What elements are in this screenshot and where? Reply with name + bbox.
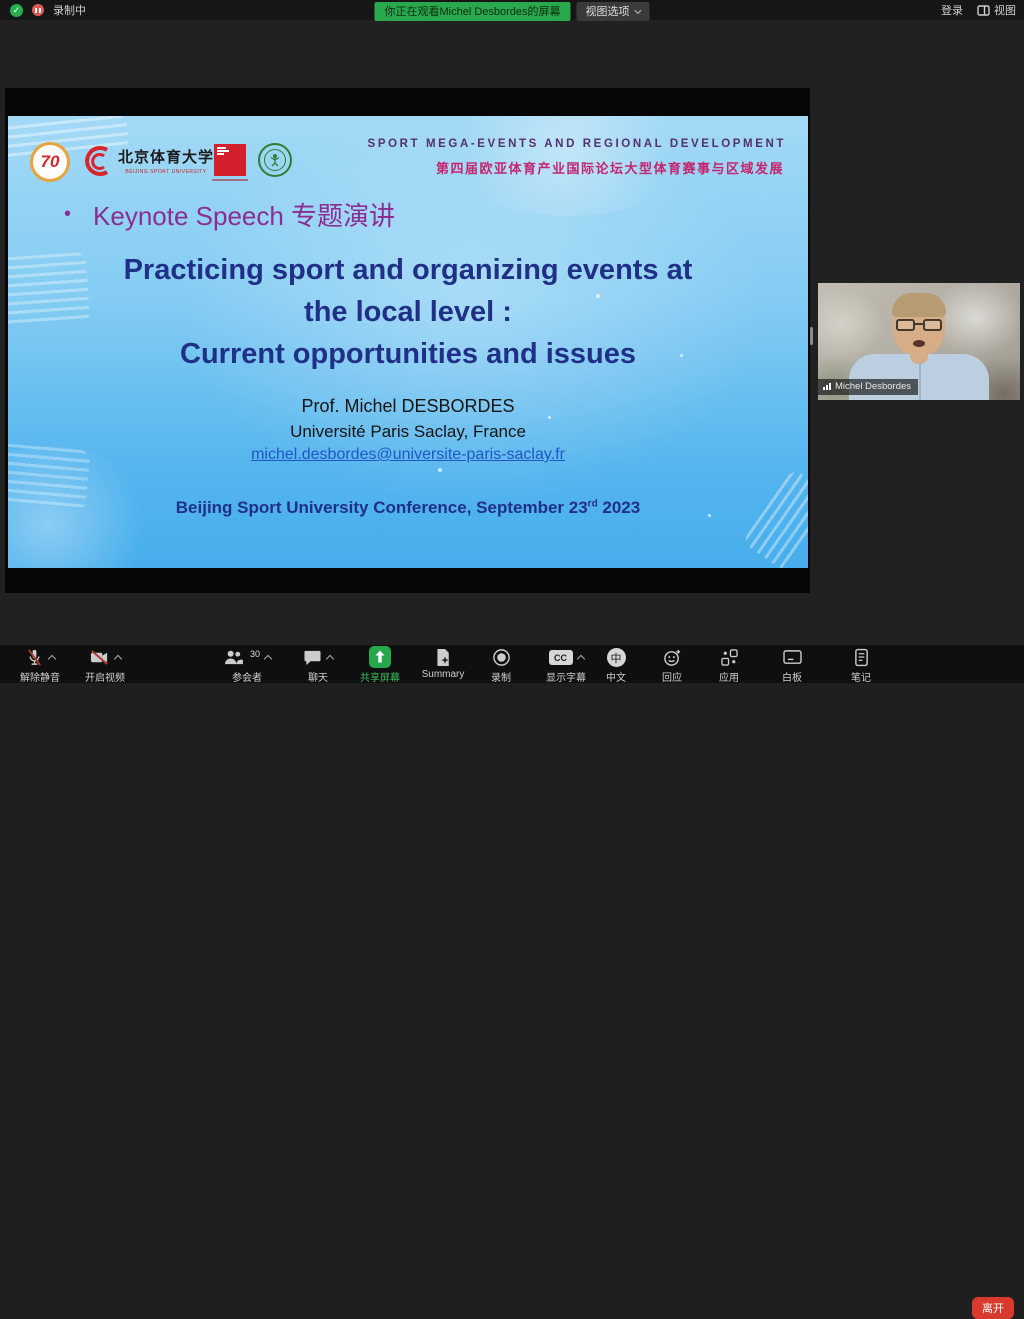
- participants-icon: [223, 649, 244, 666]
- figure-icon: [269, 153, 281, 167]
- conference-footer-text: Beijing Sport University Conference, Sep…: [176, 498, 588, 517]
- chat-button[interactable]: 聊天: [303, 648, 333, 684]
- anniversary-70-label: 70: [41, 152, 60, 172]
- summary-label: Summary: [422, 669, 465, 680]
- reactions-button[interactable]: 回应: [662, 648, 682, 684]
- view-label: 视图: [994, 2, 1016, 18]
- conference-footer-year: 2023: [598, 498, 641, 517]
- notes-label: 笔记: [851, 669, 871, 684]
- decorative-dot: [438, 468, 442, 472]
- summary-icon: [434, 648, 451, 667]
- business-school-logo-caption: [212, 179, 248, 181]
- participant-name-tag: Michel Desbordes: [818, 379, 918, 395]
- view-layout-button[interactable]: 视图: [977, 2, 1016, 18]
- camera-off-icon: [89, 648, 110, 667]
- audio-options-caret[interactable]: [48, 655, 56, 663]
- share-screen-icon: [369, 646, 391, 668]
- share-screen-label: 共享屏幕: [360, 669, 400, 684]
- bsu-name-english: BEIJING SPORT UNIVERSITY: [116, 169, 216, 175]
- whiteboard-icon: [783, 649, 802, 666]
- reactions-label: 回应: [662, 669, 682, 684]
- start-video-button[interactable]: 开启视频: [85, 648, 125, 684]
- captions-options-caret[interactable]: [576, 655, 584, 663]
- recording-status-label: 录制中: [53, 2, 86, 18]
- chevron-down-icon: [634, 6, 641, 13]
- participant-name: Michel Desbordes: [835, 381, 911, 392]
- portrait-hair: [892, 293, 946, 317]
- decorative-stripes: [742, 468, 808, 568]
- speaker-block: Prof. Michel DESBORDES Université Paris …: [48, 396, 768, 464]
- language-button[interactable]: 中 中文: [606, 648, 626, 684]
- record-button[interactable]: 录制: [491, 648, 511, 684]
- portrait-mouth: [913, 340, 925, 347]
- meeting-toolbar: 解除静音 开启视频 30: [0, 645, 1024, 683]
- presentation-slide: 70 北京体育大学 BEIJING SPORT UNIVERSITY: [8, 116, 808, 568]
- participants-options-caret[interactable]: [264, 655, 272, 663]
- notes-icon: [854, 648, 869, 667]
- bullet-point: •: [64, 203, 71, 226]
- business-school-logo: [214, 144, 246, 176]
- leave-meeting-button[interactable]: 离开: [972, 1297, 1014, 1319]
- microphone-muted-icon: [25, 648, 44, 667]
- portrait-glasses: [896, 319, 942, 331]
- start-video-label: 开启视频: [85, 669, 125, 684]
- speaker-name: Prof. Michel DESBORDES: [48, 396, 768, 417]
- captions-button[interactable]: CC 显示字幕: [546, 648, 586, 684]
- forum-title-english: SPORT MEGA-EVENTS AND REGIONAL DEVELOPME…: [368, 138, 786, 150]
- green-institute-logo: [258, 143, 292, 177]
- conference-footer-ordinal: rd: [588, 498, 598, 509]
- chat-icon: [303, 649, 322, 666]
- record-icon: [492, 648, 511, 667]
- keynote-heading: • Keynote Speech 专题演讲: [64, 196, 395, 233]
- whiteboard-label: 白板: [782, 669, 802, 684]
- slide-title-line-3: Current opportunities and issues: [48, 333, 768, 375]
- record-label: 录制: [491, 669, 511, 684]
- share-screen-button[interactable]: 共享屏幕: [360, 648, 400, 684]
- slide-title-line-1: Practicing sport and organizing events a…: [48, 249, 768, 291]
- participants-button[interactable]: 30 参会者: [223, 648, 271, 684]
- view-options-label: 视图选项: [586, 3, 630, 19]
- login-button[interactable]: 登录: [941, 2, 963, 18]
- apps-label: 应用: [719, 669, 739, 684]
- zoom-meeting-window: ✓ 录制中 你正在观看Michel Desbordes的屏幕 视图选项 登录 视…: [0, 0, 1024, 683]
- unmute-button[interactable]: 解除静音: [20, 648, 60, 684]
- apps-button[interactable]: 应用: [719, 648, 739, 684]
- keynote-heading-text: Keynote Speech 专题演讲: [93, 196, 395, 233]
- unmute-label: 解除静音: [20, 669, 60, 684]
- captions-label: 显示字幕: [546, 669, 586, 684]
- reactions-smiley-icon: [663, 648, 682, 667]
- language-label: 中文: [606, 669, 626, 684]
- recording-indicator-icon[interactable]: [32, 4, 44, 16]
- participant-video-tile[interactable]: Michel Desbordes: [818, 283, 1020, 400]
- summary-button[interactable]: Summary: [422, 648, 465, 680]
- chat-options-caret[interactable]: [326, 655, 334, 663]
- whiteboard-button[interactable]: 白板: [782, 648, 802, 684]
- encryption-shield-icon[interactable]: ✓: [10, 4, 23, 17]
- bsu-logo-text: 北京体育大学 BEIJING SPORT UNIVERSITY: [116, 146, 216, 175]
- notes-button[interactable]: 笔记: [851, 648, 871, 684]
- speaker-email-link[interactable]: michel.desbordes@universite-paris-saclay…: [48, 446, 768, 464]
- bsu-name-chinese: 北京体育大学: [116, 146, 216, 167]
- chinese-language-icon: 中: [607, 648, 626, 667]
- anniversary-70-logo: 70: [30, 142, 70, 182]
- view-options-dropdown[interactable]: 视图选项: [577, 2, 650, 21]
- forum-title-chinese: 第四届欧亚体育产业国际论坛大型体育赛事与区域发展: [436, 158, 784, 177]
- participants-label: 参会者: [223, 669, 271, 684]
- slide-title-line-2: the local level :: [48, 291, 768, 333]
- chat-label: 聊天: [303, 669, 333, 684]
- conference-footer: Beijing Sport University Conference, Sep…: [48, 498, 768, 518]
- closed-captions-icon: CC: [549, 650, 573, 665]
- watching-screen-banner: 你正在观看Michel Desbordes的屏幕: [374, 2, 570, 21]
- signal-bars-icon: [823, 383, 831, 390]
- participants-count: 30: [250, 649, 260, 659]
- slide-title: Practicing sport and organizing events a…: [48, 249, 768, 375]
- video-options-caret[interactable]: [114, 655, 122, 663]
- panel-resize-handle[interactable]: [810, 327, 813, 345]
- apps-icon: [721, 649, 738, 666]
- bsu-swoosh-icon: [80, 144, 114, 178]
- speaker-affiliation: Université Paris Saclay, France: [48, 422, 768, 442]
- view-layout-icon: [977, 5, 990, 16]
- shared-screen-view: 70 北京体育大学 BEIJING SPORT UNIVERSITY: [5, 88, 810, 593]
- meeting-top-bar: ✓ 录制中 你正在观看Michel Desbordes的屏幕 视图选项 登录 视…: [0, 0, 1024, 20]
